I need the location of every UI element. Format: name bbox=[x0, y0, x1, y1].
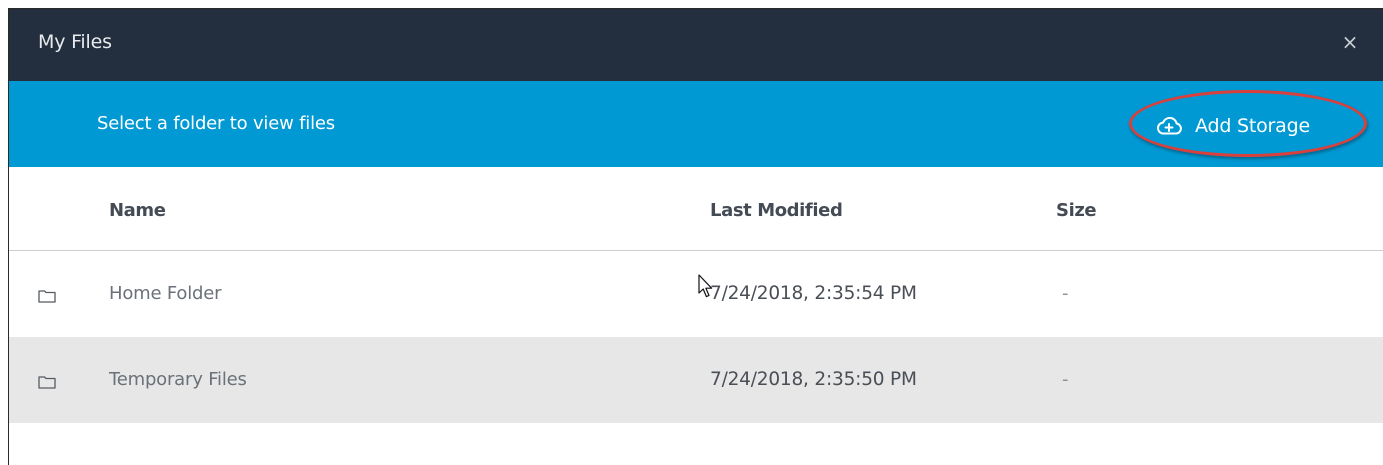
toolbar-subtitle: Select a folder to view files bbox=[97, 113, 335, 134]
my-files-dialog: My Files × Select a folder to view files… bbox=[8, 8, 1383, 465]
row-last-modified: 7/24/2018, 2:35:50 PM bbox=[710, 369, 917, 390]
table-row[interactable]: Temporary Files 7/24/2018, 2:35:50 PM - bbox=[9, 337, 1383, 423]
title-bar: My Files × bbox=[9, 9, 1383, 81]
row-size: - bbox=[1062, 369, 1069, 390]
row-last-modified: 7/24/2018, 2:35:54 PM bbox=[710, 283, 917, 304]
row-name: Temporary Files bbox=[109, 369, 247, 390]
add-storage-button[interactable]: Add Storage bbox=[1155, 113, 1310, 139]
folder-icon bbox=[38, 374, 56, 393]
dialog-title: My Files bbox=[38, 31, 112, 53]
column-header-size[interactable]: Size bbox=[1056, 200, 1097, 221]
row-name: Home Folder bbox=[109, 283, 222, 304]
add-storage-label: Add Storage bbox=[1195, 115, 1310, 137]
cloud-upload-icon bbox=[1155, 114, 1183, 138]
table-header: Name Last Modified Size bbox=[9, 167, 1383, 251]
row-size: - bbox=[1062, 283, 1069, 304]
column-header-name[interactable]: Name bbox=[109, 200, 166, 221]
table-row[interactable]: Home Folder 7/24/2018, 2:35:54 PM - bbox=[9, 251, 1383, 337]
toolbar: Select a folder to view files Add Storag… bbox=[9, 81, 1383, 167]
close-icon[interactable]: × bbox=[1339, 31, 1361, 53]
column-header-last-modified[interactable]: Last Modified bbox=[710, 200, 843, 221]
folder-icon bbox=[38, 288, 56, 307]
